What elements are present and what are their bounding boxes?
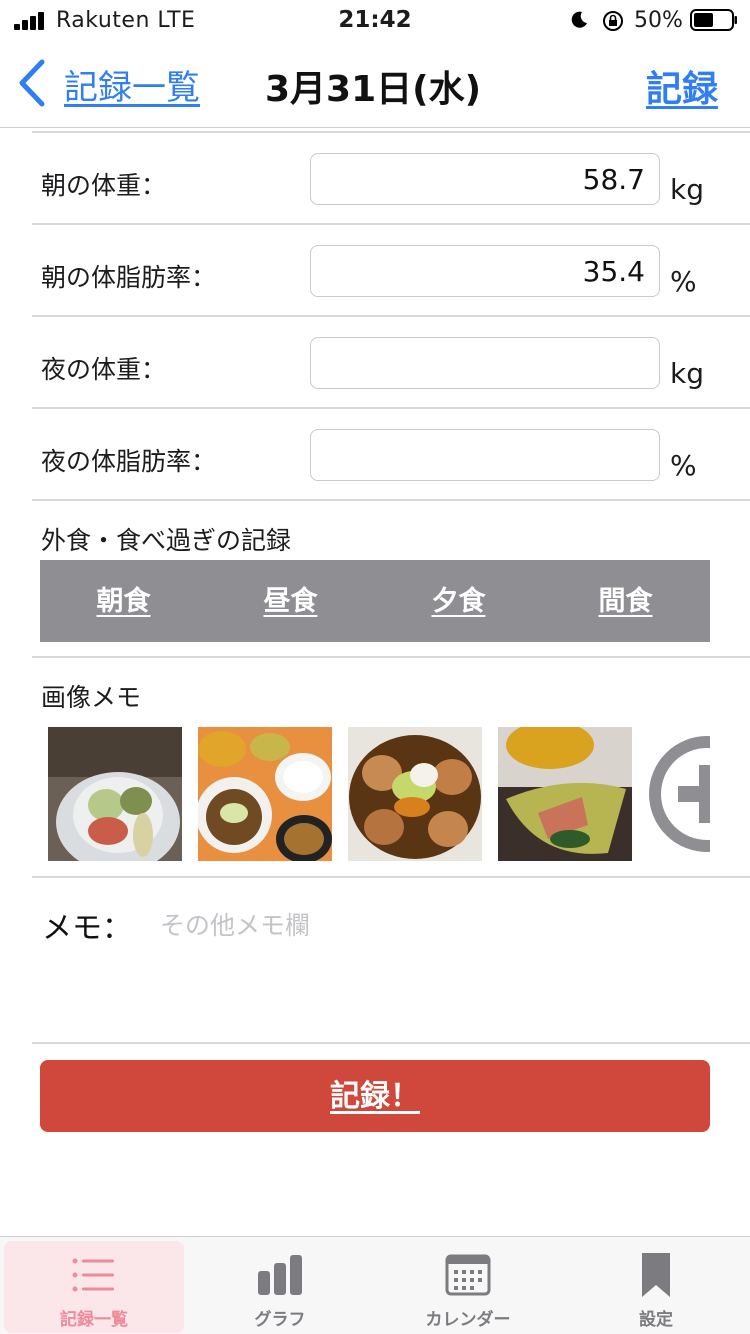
- meal-dinner-button[interactable]: 夕食: [375, 560, 542, 642]
- meal-snack-button[interactable]: 間食: [542, 560, 709, 642]
- meal-selector: 朝食 昼食 夕食 間食: [40, 560, 710, 642]
- morning-weight-label: 朝の体重：: [41, 171, 167, 200]
- tab-label: 記録一覧: [60, 1310, 128, 1330]
- unit-label: kg: [670, 173, 704, 206]
- evening-weight-input[interactable]: [310, 337, 660, 389]
- nav-record-button[interactable]: 記録: [646, 60, 718, 112]
- unit-label: kg: [670, 357, 704, 390]
- morning-body-fat-label: 朝の体脂肪率：: [41, 263, 217, 292]
- page-title: 3月31日(水): [265, 69, 482, 110]
- evening-weight-row: 夜の体重： kg: [32, 317, 750, 409]
- tab-bar: 記録一覧 グラフ カレンダー 設定: [0, 1236, 750, 1334]
- rotation-lock-icon: [603, 11, 623, 31]
- meal-photo-thumbnail[interactable]: [348, 727, 482, 861]
- battery-icon: [690, 9, 737, 31]
- divider: [32, 876, 750, 878]
- tab-graph[interactable]: グラフ: [190, 1241, 370, 1333]
- evening-weight-label: 夜の体重：: [41, 355, 167, 384]
- status-bar: Rakuten LTE 21:42 50%: [0, 0, 750, 40]
- morning-body-fat-input[interactable]: [310, 245, 660, 297]
- back-chevron-icon[interactable]: [16, 58, 48, 108]
- evening-body-fat-input[interactable]: [310, 429, 660, 481]
- memo-label: メモ：: [42, 911, 132, 946]
- meal-photo-thumbnail[interactable]: [48, 727, 182, 861]
- add-image-icon[interactable]: [648, 735, 710, 853]
- navigation-bar: 記録一覧 3月31日(水) 記録: [0, 40, 750, 128]
- eating-out-section-title: 外食・食べ過ぎの記録: [41, 526, 292, 555]
- tab-label: カレンダー: [425, 1310, 511, 1330]
- meal-lunch-button[interactable]: 昼食: [207, 560, 374, 642]
- back-to-record-list-link[interactable]: 記録一覧: [64, 60, 200, 109]
- meal-photo-thumbnail[interactable]: [498, 727, 632, 861]
- calendar-icon: [445, 1254, 491, 1296]
- memo-textarea[interactable]: [160, 906, 700, 1026]
- tab-label: グラフ: [254, 1310, 306, 1330]
- tab-calendar[interactable]: カレンダー: [378, 1241, 558, 1333]
- tab-label: 設定: [639, 1310, 673, 1330]
- unit-label: %: [670, 265, 697, 298]
- battery-percent: 50%: [634, 8, 683, 33]
- list-icon: [72, 1258, 114, 1292]
- meal-breakfast-button[interactable]: 朝食: [40, 560, 207, 642]
- meal-photo-thumbnail[interactable]: [198, 727, 332, 861]
- morning-body-fat-row: 朝の体脂肪率： %: [32, 225, 750, 317]
- unit-label: %: [670, 449, 697, 482]
- morning-weight-input[interactable]: [310, 153, 660, 205]
- image-memo-section-title: 画像メモ: [41, 683, 142, 712]
- submit-record-button[interactable]: 記録！: [40, 1060, 710, 1132]
- bar-chart-icon: [258, 1255, 302, 1295]
- evening-body-fat-label: 夜の体脂肪率：: [41, 447, 217, 476]
- tab-settings[interactable]: 設定: [566, 1241, 746, 1333]
- bookmark-icon: [642, 1253, 670, 1297]
- tab-record-list[interactable]: 記録一覧: [4, 1241, 184, 1333]
- moon-icon: [571, 11, 587, 28]
- evening-body-fat-row: 夜の体脂肪率： %: [32, 409, 750, 501]
- divider: [32, 656, 750, 658]
- divider: [32, 1042, 750, 1044]
- morning-weight-row: 朝の体重： kg: [32, 133, 750, 225]
